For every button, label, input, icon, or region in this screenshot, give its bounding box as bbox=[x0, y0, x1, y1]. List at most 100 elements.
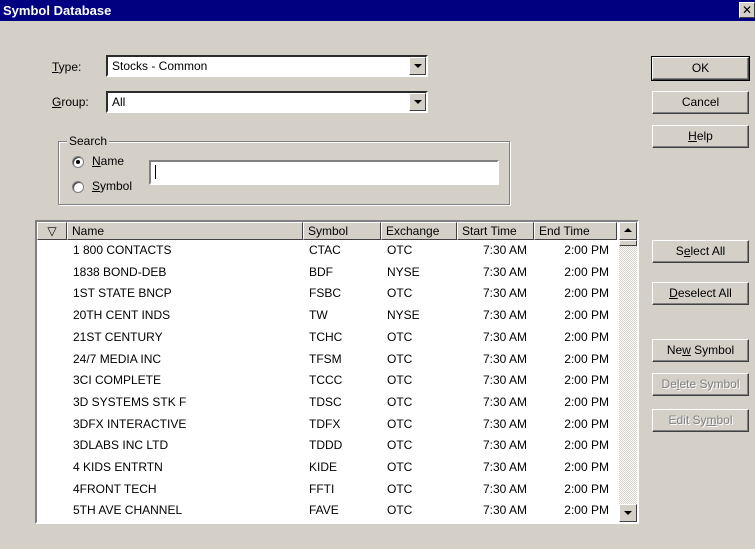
group-dropdown-button[interactable] bbox=[409, 93, 426, 111]
cell-exchange: OTC bbox=[387, 481, 413, 496]
cell-end-time: 2:00 PM bbox=[564, 503, 609, 518]
cell-name: 5TH AVE CHANNEL bbox=[73, 503, 183, 518]
table-row[interactable]: 5TH AVE CHANNEL FAVE OTC 7:30 AM 2:00 PM bbox=[37, 501, 617, 520]
symbol-database-dialog: Symbol Database ✕ Type: Stocks - Common … bbox=[0, 0, 755, 549]
filter-header[interactable]: ▽ bbox=[37, 222, 67, 240]
cell-symbol: TDSC bbox=[309, 394, 342, 409]
cell-exchange: OTC bbox=[387, 243, 413, 257]
cell-start-time: 7:30 AM bbox=[482, 264, 527, 279]
table-row[interactable]: 4 KIDS ENTRTN KIDE OTC 7:30 AM 2:00 PM bbox=[37, 458, 617, 477]
cell-symbol: TDDD bbox=[309, 438, 343, 453]
cell-exchange: OTC bbox=[387, 394, 413, 409]
cell-symbol: TCCC bbox=[309, 373, 343, 388]
group-dropdown[interactable]: All bbox=[106, 91, 428, 113]
name-radio[interactable] bbox=[72, 156, 84, 168]
cell-start-time: 7:30 AM bbox=[482, 503, 527, 518]
column-header-end-time[interactable]: End Time bbox=[534, 222, 617, 240]
cell-symbol: CTAC bbox=[309, 243, 341, 257]
table-row[interactable]: 24/7 MEDIA INC TFSM OTC 7:30 AM 2:00 PM bbox=[37, 350, 617, 369]
cell-symbol: FAVE bbox=[309, 503, 339, 518]
cell-symbol: FFTI bbox=[309, 481, 335, 496]
cell-end-time: 2:00 PM bbox=[564, 481, 609, 496]
cell-end-time: 2:00 PM bbox=[564, 329, 609, 344]
column-header-symbol[interactable]: Symbol bbox=[303, 222, 381, 240]
cell-start-time: 7:30 AM bbox=[482, 460, 527, 474]
cell-symbol: BDF bbox=[309, 264, 333, 279]
table-row[interactable]: 3DFX INTERACTIVE TDFX OTC 7:30 AM 2:00 PM bbox=[37, 415, 617, 434]
cell-name: 4 KIDS ENTRTN bbox=[73, 460, 163, 474]
cell-name: 4FRONT TECH bbox=[73, 481, 157, 496]
cell-exchange: OTC bbox=[387, 351, 413, 366]
symbol-radio[interactable] bbox=[72, 181, 84, 193]
table-row[interactable]: 20TH CENT INDS TW NYSE 7:30 AM 2:00 PM bbox=[37, 306, 617, 325]
cell-name: 24/7 MEDIA INC bbox=[73, 351, 162, 366]
cell-name: 3CI COMPLETE bbox=[73, 373, 162, 388]
cell-end-time: 2:00 PM bbox=[564, 460, 609, 474]
table-row[interactable]: 3CI COMPLETE TCCC OTC 7:30 AM 2:00 PM bbox=[37, 371, 617, 390]
cell-name: 3DLABS INC LTD bbox=[73, 438, 169, 453]
table-row[interactable]: 1838 BOND-DEB BDF NYSE 7:30 AM 2:00 PM bbox=[37, 263, 617, 282]
table-row[interactable]: 3DLABS INC LTD TDDD OTC 7:30 AM 2:00 PM bbox=[37, 436, 617, 455]
select-all-button[interactable]: Select All bbox=[652, 240, 749, 263]
scroll-thumb[interactable] bbox=[619, 240, 637, 246]
cell-end-time: 2:00 PM bbox=[564, 394, 609, 409]
column-header-exchange[interactable]: Exchange bbox=[381, 222, 457, 240]
table-row[interactable]: 1ST STATE BNCP FSBC OTC 7:30 AM 2:00 PM bbox=[37, 284, 617, 303]
symbol-list[interactable]: ▽ Name Symbol Exchange Start Time End Ti… bbox=[35, 220, 639, 524]
chevron-down-icon bbox=[414, 64, 422, 68]
type-dropdown-button[interactable] bbox=[409, 57, 426, 75]
deselect-all-button[interactable]: Deselect All bbox=[652, 282, 749, 305]
cell-start-time: 7:30 AM bbox=[482, 438, 527, 453]
group-value: All bbox=[112, 95, 126, 109]
type-value: Stocks - Common bbox=[112, 59, 208, 73]
cell-exchange: OTC bbox=[387, 460, 413, 474]
help-button[interactable]: Help bbox=[652, 125, 749, 148]
delete-symbol-button[interactable]: Delete Symbol bbox=[652, 373, 749, 396]
cell-end-time: 2:00 PM bbox=[564, 243, 609, 257]
table-row[interactable]: 4FRONT TECH FFTI OTC 7:30 AM 2:00 PM bbox=[37, 480, 617, 499]
new-symbol-button[interactable]: New Symbol bbox=[652, 339, 749, 362]
cell-start-time: 7:30 AM bbox=[482, 481, 527, 496]
cell-end-time: 2:00 PM bbox=[564, 286, 609, 301]
cell-exchange: NYSE bbox=[387, 308, 420, 323]
edit-symbol-button[interactable]: Edit Symbol bbox=[652, 409, 749, 432]
table-row[interactable]: 1 800 CONTACTS CTAC OTC 7:30 AM 2:00 PM bbox=[37, 241, 617, 260]
cell-symbol: TW bbox=[309, 308, 328, 323]
cell-start-time: 7:30 AM bbox=[482, 329, 527, 344]
cell-start-time: 7:30 AM bbox=[482, 416, 527, 431]
cancel-button[interactable]: Cancel bbox=[652, 91, 749, 114]
cell-name: 21ST CENTURY bbox=[73, 329, 163, 344]
cell-start-time: 7:30 AM bbox=[482, 351, 527, 366]
cell-end-time: 2:00 PM bbox=[564, 373, 609, 388]
cell-symbol: TFSM bbox=[309, 351, 342, 366]
search-input[interactable] bbox=[149, 160, 499, 185]
cell-symbol: TCHC bbox=[309, 329, 343, 344]
cell-exchange: OTC bbox=[387, 503, 413, 518]
cell-exchange: OTC bbox=[387, 438, 413, 453]
type-label: Type: bbox=[52, 60, 82, 74]
cell-start-time: 7:30 AM bbox=[482, 286, 527, 301]
cell-end-time: 2:00 PM bbox=[564, 308, 609, 323]
type-dropdown[interactable]: Stocks - Common bbox=[106, 55, 428, 77]
cell-exchange: OTC bbox=[387, 286, 413, 301]
ok-button[interactable]: OK bbox=[651, 56, 750, 81]
scroll-up-button[interactable] bbox=[619, 222, 637, 240]
close-button[interactable]: ✕ bbox=[739, 2, 755, 18]
cell-start-time: 7:30 AM bbox=[482, 308, 527, 323]
vertical-scrollbar[interactable] bbox=[619, 222, 637, 522]
column-header-name[interactable]: Name bbox=[67, 222, 303, 240]
column-header-start-time[interactable]: Start Time bbox=[457, 222, 534, 240]
title-bar: Symbol Database ✕ bbox=[0, 0, 755, 21]
cell-symbol: TDFX bbox=[309, 416, 341, 431]
scroll-down-button[interactable] bbox=[619, 504, 637, 522]
table-row[interactable]: 3D SYSTEMS STK F TDSC OTC 7:30 AM 2:00 PM bbox=[37, 393, 617, 412]
cell-start-time: 7:30 AM bbox=[482, 243, 527, 257]
arrow-up-icon bbox=[624, 228, 632, 232]
table-row[interactable]: 21ST CENTURY TCHC OTC 7:30 AM 2:00 PM bbox=[37, 328, 617, 347]
cell-symbol: FSBC bbox=[309, 286, 342, 301]
filter-icon: ▽ bbox=[47, 224, 57, 238]
symbol-radio-label[interactable]: Symbol bbox=[92, 179, 132, 193]
name-radio-label[interactable]: Name bbox=[92, 154, 124, 168]
cell-exchange: OTC bbox=[387, 329, 413, 344]
cell-exchange: OTC bbox=[387, 416, 413, 431]
